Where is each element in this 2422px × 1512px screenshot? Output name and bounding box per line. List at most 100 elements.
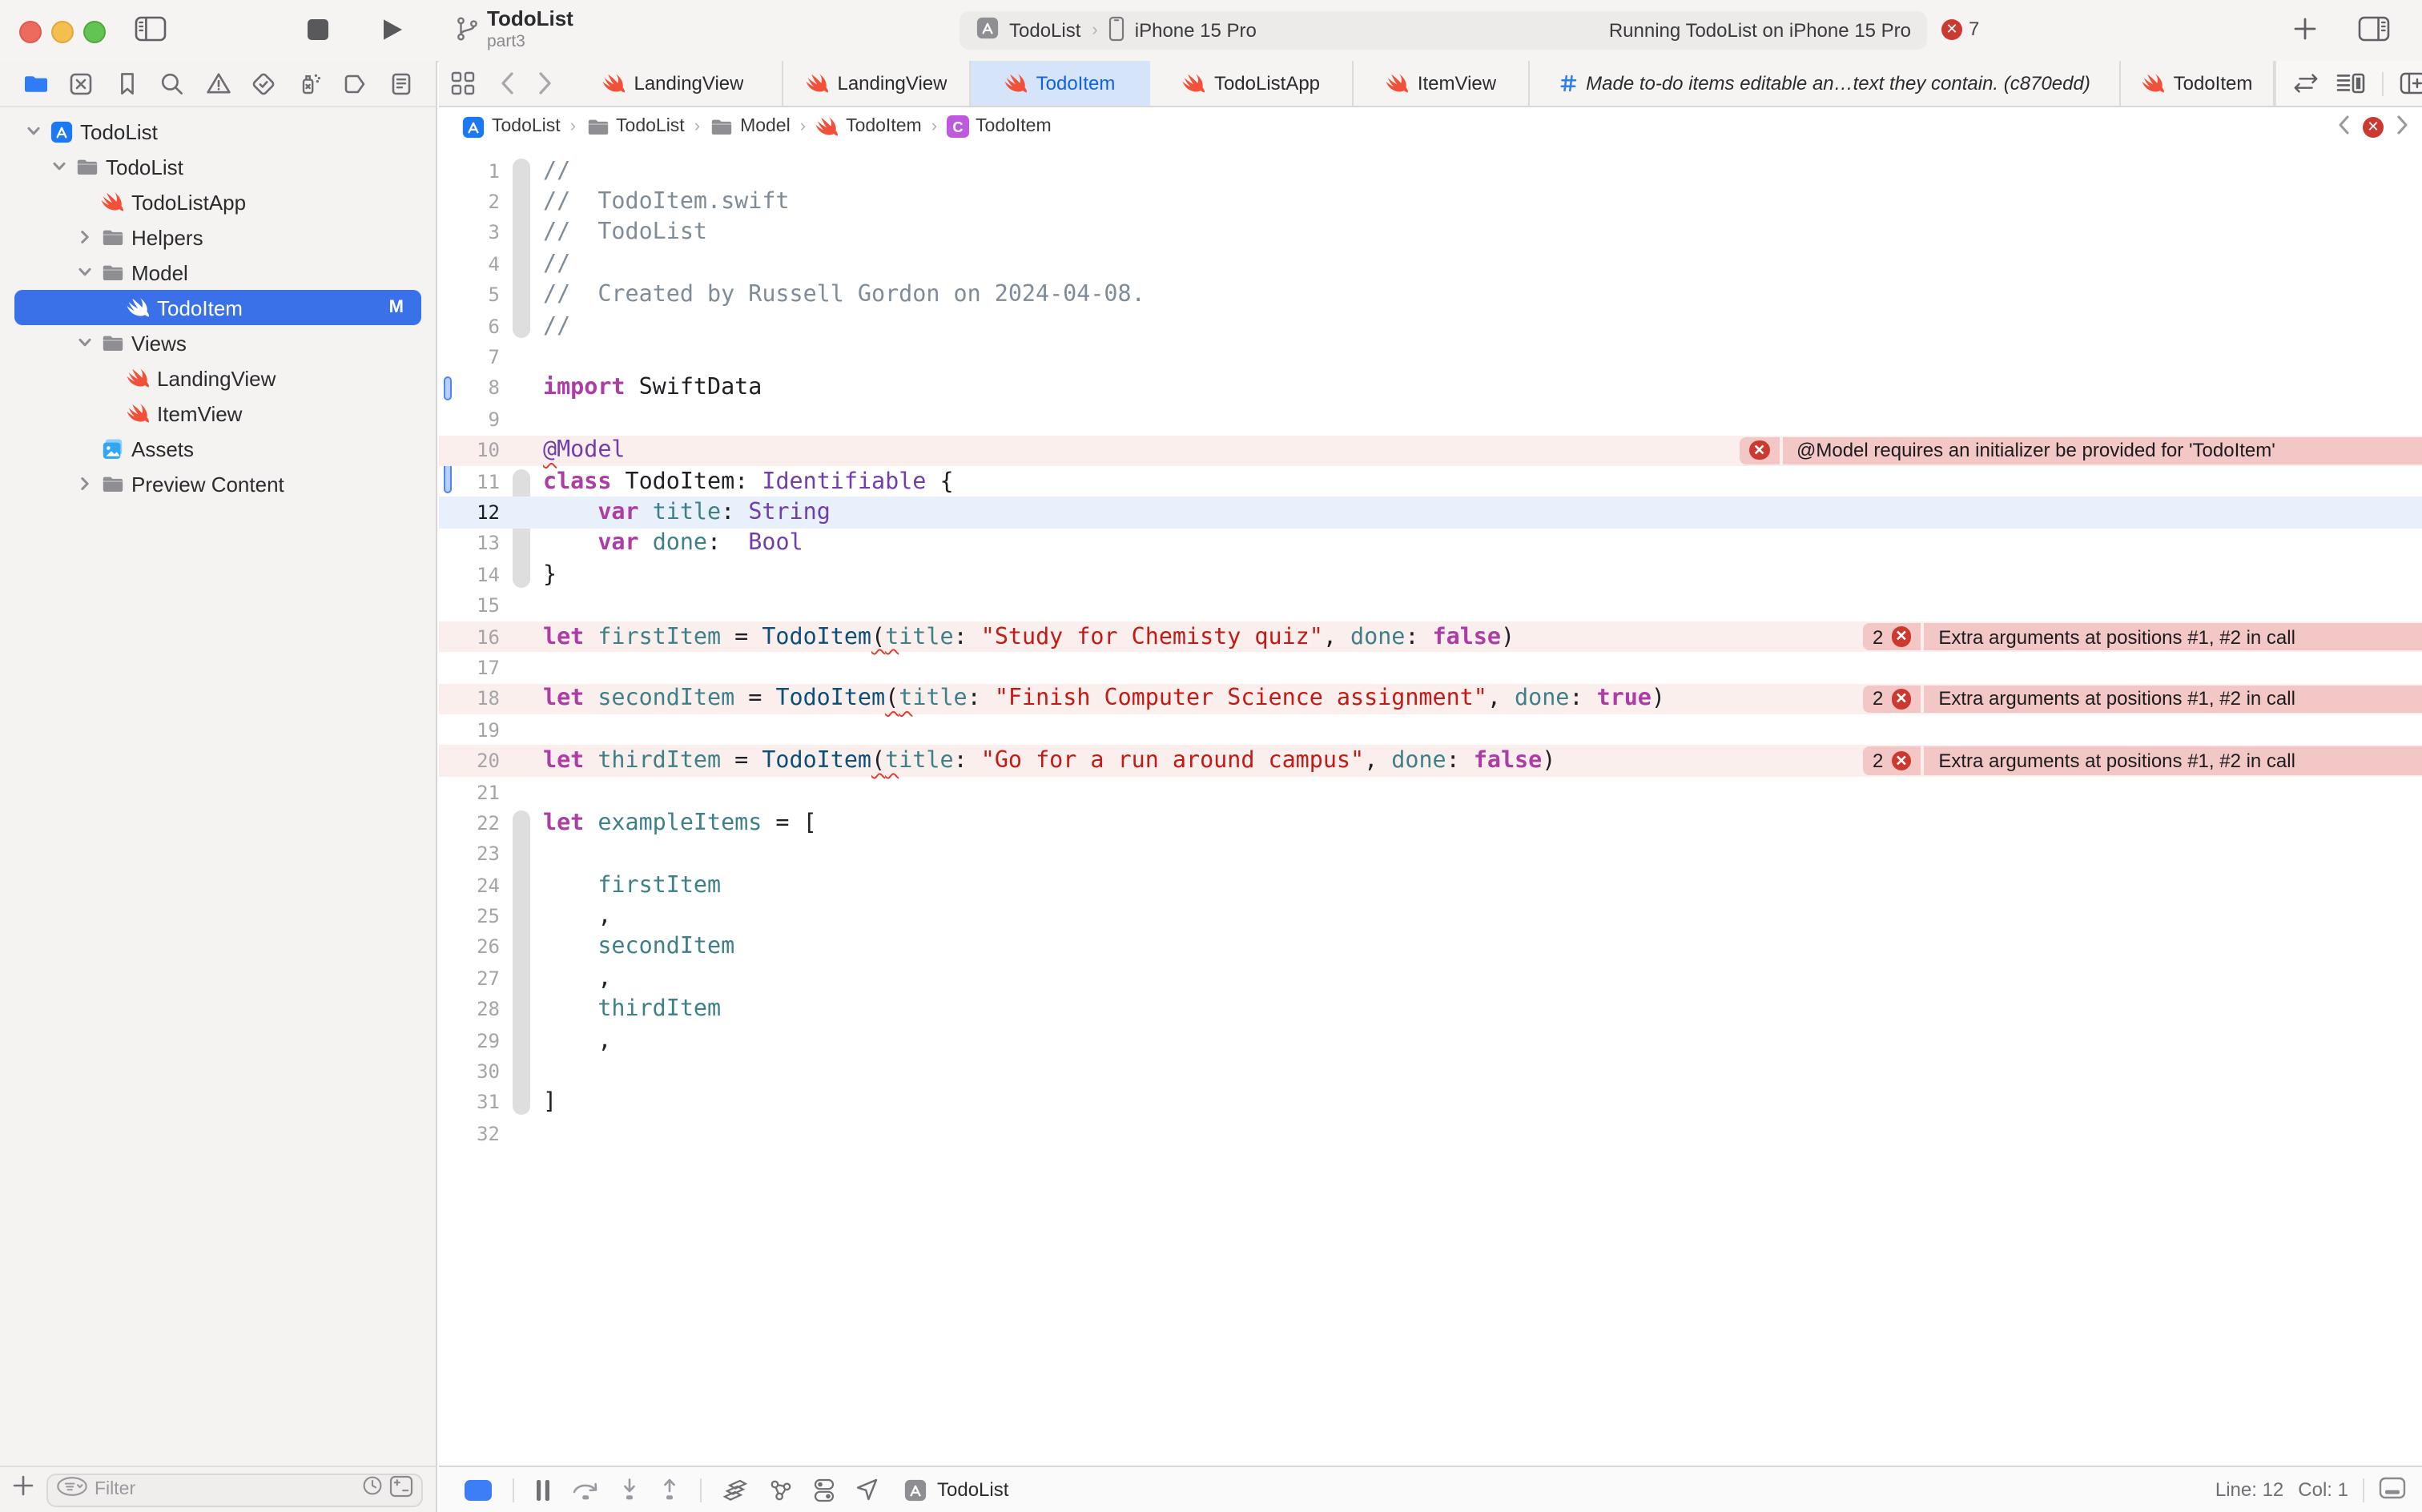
code-line-15[interactable]: 15 — [439, 590, 2422, 621]
running-app-badge[interactable]: TodoList — [903, 1478, 1008, 1502]
jumpbar-item-todolist[interactable]: TodoList — [585, 115, 685, 139]
disclosure-right-icon[interactable] — [70, 229, 98, 245]
line-number[interactable]: 7 — [439, 346, 509, 368]
back-chevron-icon[interactable] — [2337, 115, 2350, 139]
sidebar-item-itemview[interactable]: ItemView — [0, 396, 436, 431]
line-number[interactable]: 12 — [439, 501, 509, 524]
error-annotation[interactable]: ✕@Model requires an initializer be provi… — [1740, 436, 2422, 464]
navigator-tab-breakpoints-icon[interactable] — [336, 66, 374, 101]
add-tab-button[interactable] — [2294, 18, 2316, 40]
code-line-30[interactable]: 30 — [439, 1056, 2422, 1088]
line-number[interactable]: 4 — [439, 253, 509, 275]
code-line-9[interactable]: 9 — [439, 404, 2422, 435]
toggle-debug-area-icon[interactable] — [2379, 1476, 2406, 1503]
code-line-8[interactable]: 8import SwiftData — [439, 372, 2422, 404]
code-line-31[interactable]: 31] — [439, 1087, 2422, 1118]
stop-button[interactable] — [308, 19, 328, 40]
code-line-19[interactable]: 19 — [439, 714, 2422, 746]
line-number[interactable]: 28 — [439, 998, 509, 1020]
line-number[interactable]: 1 — [439, 159, 509, 182]
sidebar-item-todoitem[interactable]: TodoItemM — [0, 290, 436, 325]
sidebar-item-todolistapp[interactable]: TodoListApp — [0, 184, 436, 219]
tab-landingview[interactable]: LandingView — [564, 61, 783, 106]
line-number[interactable]: 15 — [439, 594, 509, 617]
navigator-tab-tests-icon[interactable] — [244, 66, 283, 101]
line-number[interactable]: 31 — [439, 1092, 509, 1114]
line-number[interactable]: 25 — [439, 905, 509, 927]
filter-input[interactable]: Filter — [46, 1473, 423, 1506]
scheme-selector[interactable]: TodoList › iPhone 15 Pro Running TodoLis… — [960, 11, 1927, 50]
line-number[interactable]: 9 — [439, 408, 509, 431]
code-line-4[interactable]: 4// — [439, 248, 2422, 279]
close-window-button[interactable] — [19, 21, 42, 43]
zoom-window-button[interactable] — [83, 21, 106, 43]
line-number[interactable]: 22 — [439, 812, 509, 834]
code-line-16[interactable]: 16let firstItem = TodoItem(title: "Study… — [439, 621, 2422, 653]
sidebar-item-assets[interactable]: Assets — [0, 431, 436, 466]
adjust-editor-options-icon[interactable] — [2336, 72, 2366, 94]
code-line-28[interactable]: 28 thirdItem — [439, 994, 2422, 1025]
disclosure-down-icon[interactable] — [70, 335, 98, 351]
code-line-26[interactable]: 26 secondItem — [439, 932, 2422, 963]
line-number[interactable]: 29 — [439, 1029, 509, 1052]
line-number[interactable]: 2 — [439, 191, 509, 213]
line-number[interactable]: 16 — [439, 625, 509, 648]
breakpoints-toggle-button[interactable] — [465, 1479, 492, 1500]
disclosure-down-icon[interactable] — [45, 159, 72, 175]
navigator-tab-source-control-changes-icon[interactable] — [62, 66, 100, 101]
simulate-location-icon[interactable] — [855, 1478, 878, 1501]
line-number[interactable]: 23 — [439, 843, 509, 866]
code-line-10[interactable]: 10@Model✕@Model requires an initializer … — [439, 435, 2422, 466]
navigator-tab-debug-icon[interactable] — [290, 66, 328, 101]
line-number[interactable]: 8 — [439, 377, 509, 400]
navigator-tab-find-icon[interactable] — [153, 66, 191, 101]
code-line-25[interactable]: 25 , — [439, 901, 2422, 932]
code-line-1[interactable]: 1// — [439, 155, 2422, 187]
add-icon[interactable] — [13, 1475, 34, 1504]
error-annotation[interactable]: 2✕Extra arguments at positions #1, #2 in… — [1863, 685, 2422, 713]
toggle-left-sidebar-icon[interactable] — [135, 16, 167, 42]
pause-icon[interactable] — [535, 1479, 551, 1500]
plus-minus-icon[interactable] — [389, 1474, 413, 1505]
code-line-7[interactable]: 7 — [439, 342, 2422, 373]
sidebar-item-helpers[interactable]: Helpers — [0, 219, 436, 255]
code-line-5[interactable]: 5// Created by Russell Gordon on 2024-04… — [439, 279, 2422, 311]
error-annotation[interactable]: 2✕Extra arguments at positions #1, #2 in… — [1863, 747, 2422, 775]
code-line-22[interactable]: 22let exampleItems = [ — [439, 807, 2422, 838]
sidebar-item-views[interactable]: Views — [0, 325, 436, 360]
clock-icon[interactable] — [362, 1475, 383, 1504]
code-line-32[interactable]: 32 — [439, 1118, 2422, 1149]
jumpbar-item-todoitem[interactable]: TodoItem — [815, 115, 922, 139]
line-number[interactable]: 13 — [439, 533, 509, 555]
code-line-21[interactable]: 21 — [439, 777, 2422, 808]
forward-chevron-icon[interactable] — [2396, 115, 2409, 139]
minimize-window-button[interactable] — [51, 21, 74, 43]
line-number[interactable]: 18 — [439, 688, 509, 710]
code-line-29[interactable]: 29 , — [439, 1025, 2422, 1056]
error-annotation[interactable]: 2✕Extra arguments at positions #1, #2 in… — [1863, 623, 2422, 651]
code-line-3[interactable]: 3// TodoList — [439, 218, 2422, 249]
code-line-2[interactable]: 2// TodoItem.swift — [439, 187, 2422, 218]
jumpbar-item-model[interactable]: Model — [710, 115, 791, 139]
line-number[interactable]: 26 — [439, 936, 509, 959]
forward-icon[interactable] — [525, 61, 564, 106]
tab-commit[interactable]: Made to-do items editable an…text they c… — [1530, 61, 2121, 106]
line-number[interactable]: 20 — [439, 750, 509, 772]
disclosure-down-icon[interactable] — [19, 123, 46, 139]
sidebar-item-preview-content[interactable]: Preview Content — [0, 466, 436, 501]
tab-todoitem[interactable]: TodoItem — [971, 61, 1150, 106]
sidebar-item-model[interactable]: Model — [0, 255, 436, 290]
tab-overview-icon[interactable] — [439, 61, 487, 106]
memory-graph-icon[interactable] — [769, 1478, 793, 1502]
view-hierarchy-icon[interactable] — [722, 1478, 748, 1502]
navigator-tab-issues-icon[interactable] — [199, 66, 237, 101]
sidebar-item-todolist[interactable]: TodoList — [0, 114, 436, 149]
line-number[interactable]: 32 — [439, 1123, 509, 1145]
line-number[interactable]: 10 — [439, 439, 509, 461]
sidebar-item-todolist[interactable]: TodoList — [0, 149, 436, 184]
back-icon[interactable] — [487, 61, 525, 106]
code-line-27[interactable]: 27 , — [439, 963, 2422, 994]
filter-menu-icon[interactable] — [56, 1474, 88, 1505]
step-into-icon[interactable] — [620, 1478, 639, 1501]
toggle-right-sidebar-icon[interactable] — [2358, 16, 2390, 42]
